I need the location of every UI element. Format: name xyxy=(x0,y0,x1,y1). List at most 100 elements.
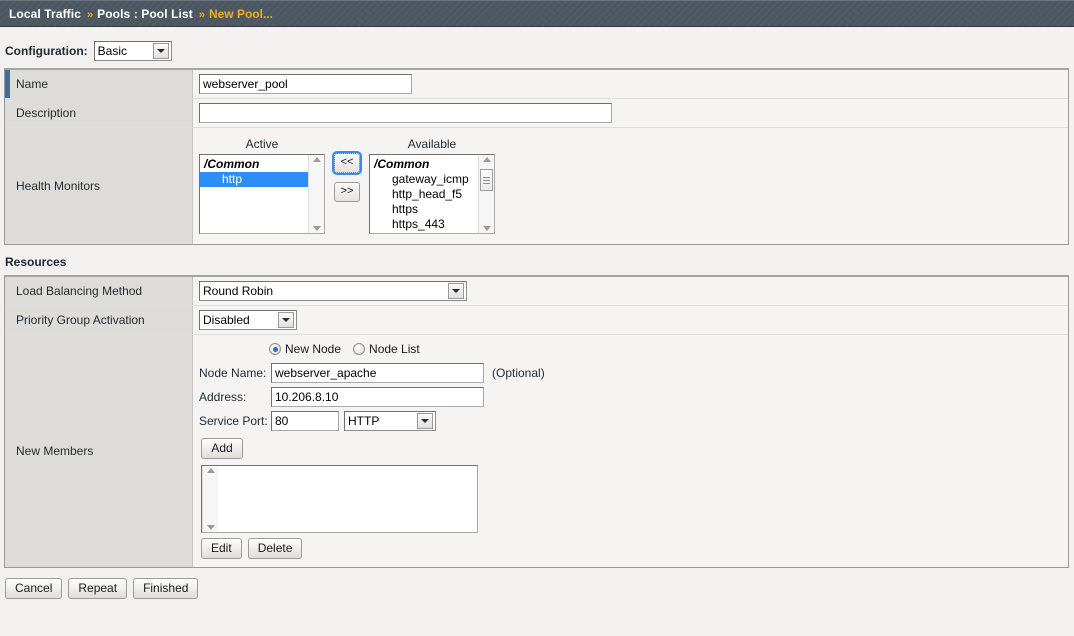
new-node-radio[interactable] xyxy=(269,343,281,355)
address-input[interactable] xyxy=(271,387,484,407)
name-row: Name xyxy=(5,70,1068,98)
listbox-option-https-443[interactable]: https_443 xyxy=(370,217,478,232)
monitor-move-buttons: << >> xyxy=(325,137,369,202)
chevron-down-icon xyxy=(278,312,294,328)
resources-table: Load Balancing Method Round Robin Priori… xyxy=(4,275,1069,568)
delete-member-button[interactable]: Delete xyxy=(247,538,303,559)
breadcrumb-item-pool-list[interactable]: Pools : Pool List xyxy=(97,7,193,21)
add-member-row: Add xyxy=(199,433,545,459)
new-members-row: New Members New Node Node List Node Name… xyxy=(5,334,1068,567)
load-balancing-method-row: Load Balancing Method Round Robin xyxy=(5,277,1068,305)
description-row: Description xyxy=(5,98,1068,127)
name-label: Name xyxy=(16,77,49,91)
chevron-down-icon xyxy=(417,413,433,429)
listbox-option-https[interactable]: https xyxy=(370,202,478,217)
node-list-radio-label[interactable]: Node List xyxy=(369,342,420,356)
node-name-line: Node Name: (Optional) xyxy=(199,361,545,385)
priority-group-activation-field-cell: Disabled xyxy=(193,306,1068,334)
resources-heading: Resources xyxy=(5,255,67,269)
name-field-cell xyxy=(193,70,1068,98)
available-monitors-caption: Available xyxy=(407,137,457,151)
configuration-select[interactable]: Basic xyxy=(93,41,172,61)
node-name-input[interactable] xyxy=(271,363,484,383)
edit-member-button[interactable]: Edit xyxy=(201,538,242,559)
available-monitors-listbox[interactable]: /Common gateway_icmp http_head_f5 https … xyxy=(369,154,495,234)
load-balancing-method-value: Round Robin xyxy=(203,284,274,298)
name-input[interactable] xyxy=(199,74,412,94)
members-listbox[interactable] xyxy=(201,465,478,533)
active-monitors-caption: Active xyxy=(245,137,279,151)
scroll-up-arrow-icon[interactable] xyxy=(312,157,321,162)
breadcrumb-separator-icon: » xyxy=(87,8,93,21)
move-to-active-button[interactable]: << xyxy=(332,151,362,175)
available-monitors-scrollbar[interactable] xyxy=(478,155,494,233)
configuration-select-value: Basic xyxy=(97,44,127,58)
scrollbar-thumb[interactable] xyxy=(480,169,493,191)
breadcrumb-item-local-traffic[interactable]: Local Traffic xyxy=(9,7,81,21)
new-members-form: New Node Node List Node Name: (Optional)… xyxy=(193,335,545,567)
node-mode-radio-group: New Node Node List xyxy=(199,342,545,361)
load-balancing-method-label-cell: Load Balancing Method xyxy=(5,277,193,305)
active-monitors-items: /Common http xyxy=(200,155,308,233)
load-balancing-method-select[interactable]: Round Robin xyxy=(199,281,467,301)
node-name-optional-note: (Optional) xyxy=(492,366,545,380)
priority-group-activation-value: Disabled xyxy=(203,313,250,327)
new-node-radio-label[interactable]: New Node xyxy=(285,342,341,356)
listbox-group-label: /Common xyxy=(204,157,260,171)
service-port-line: Service Port: HTTP xyxy=(199,409,545,433)
breadcrumb-separator-icon: » xyxy=(198,8,205,21)
breadcrumb: Local Traffic » Pools : Pool List » New … xyxy=(0,0,1074,27)
active-monitors-listbox[interactable]: /Common http xyxy=(199,154,325,234)
configuration-row: Configuration: Basic xyxy=(0,27,1074,68)
description-input[interactable] xyxy=(199,103,612,123)
address-line: Address: xyxy=(199,385,545,409)
listbox-option-http-head-f5[interactable]: http_head_f5 xyxy=(370,187,478,202)
configuration-label: Configuration: xyxy=(5,44,88,58)
address-label: Address: xyxy=(199,390,247,404)
priority-group-activation-row: Priority Group Activation Disabled xyxy=(5,305,1068,334)
description-field-cell xyxy=(193,99,1068,127)
health-monitors-dual-list: Active /Common http << >> Available /Com… xyxy=(193,128,495,244)
priority-group-activation-label: Priority Group Activation xyxy=(16,313,145,327)
service-port-label: Service Port: xyxy=(199,414,268,428)
health-monitors-label: Health Monitors xyxy=(16,179,101,193)
chevron-down-icon xyxy=(152,43,169,59)
listbox-option-gateway-icmp[interactable]: gateway_icmp xyxy=(370,172,478,187)
health-monitors-label-cell: Health Monitors xyxy=(5,128,193,244)
add-member-button[interactable]: Add xyxy=(201,438,243,459)
name-label-cell: Name xyxy=(5,70,193,98)
active-monitors-scrollbar[interactable] xyxy=(308,155,324,233)
new-members-field-cell: New Node Node List Node Name: (Optional)… xyxy=(193,335,1068,567)
form-actions: Cancel Repeat Finished xyxy=(0,568,1074,599)
scroll-up-arrow-icon[interactable] xyxy=(482,157,491,162)
node-name-label: Node Name: xyxy=(199,366,267,380)
new-members-label-cell: New Members xyxy=(5,335,193,567)
node-list-radio[interactable] xyxy=(353,343,366,355)
description-label-cell: Description xyxy=(5,99,193,127)
scroll-down-arrow-icon[interactable] xyxy=(482,226,491,231)
general-properties-table: Name Description Health Monitors Active … xyxy=(4,68,1069,245)
description-label: Description xyxy=(16,106,77,120)
finished-button[interactable]: Finished xyxy=(133,578,199,599)
service-port-input[interactable] xyxy=(271,411,339,431)
service-port-protocol-value: HTTP xyxy=(348,414,380,428)
load-balancing-method-field-cell: Round Robin xyxy=(193,277,1068,305)
health-monitors-row: Health Monitors Active /Common http << >… xyxy=(5,127,1068,244)
service-port-protocol-select[interactable]: HTTP xyxy=(344,411,436,431)
members-listbox-scrollbar[interactable] xyxy=(202,466,218,532)
priority-group-activation-select[interactable]: Disabled xyxy=(199,310,297,330)
chevron-down-icon xyxy=(448,283,464,299)
cancel-button[interactable]: Cancel xyxy=(5,578,63,599)
scroll-down-arrow-icon[interactable] xyxy=(206,525,215,530)
repeat-button[interactable]: Repeat xyxy=(68,578,128,599)
move-to-available-button[interactable]: >> xyxy=(334,182,360,202)
scroll-down-arrow-icon[interactable] xyxy=(312,226,321,231)
active-monitors-column: Active /Common http xyxy=(199,137,325,234)
health-monitors-field-cell: Active /Common http << >> Available /Com… xyxy=(193,128,1068,244)
priority-group-activation-label-cell: Priority Group Activation xyxy=(5,306,193,334)
listbox-option-http[interactable]: http xyxy=(200,172,308,187)
listbox-group-label: /Common xyxy=(374,157,430,171)
scroll-up-arrow-icon[interactable] xyxy=(206,468,215,473)
available-monitors-column: Available /Common gateway_icmp http_head… xyxy=(369,137,495,234)
new-members-label: New Members xyxy=(16,444,94,458)
